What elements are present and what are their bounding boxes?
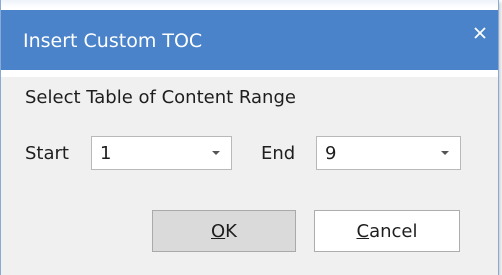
start-value: 1 <box>100 143 112 164</box>
cancel-button[interactable]: Cancel <box>314 210 460 252</box>
title-bar: Insert Custom TOC <box>1 0 498 77</box>
start-label: Start <box>25 143 69 164</box>
end-value: 9 <box>325 143 337 164</box>
start-dropdown[interactable]: 1 <box>91 136 232 170</box>
close-icon <box>473 25 487 44</box>
ok-button[interactable]: OK <box>152 210 296 252</box>
dialog-content: Select Table of Content Range Start 1 En… <box>1 77 498 275</box>
chevron-down-icon <box>438 146 452 160</box>
cancel-button-label: Cancel <box>357 221 418 242</box>
ok-mnemonic: O <box>211 220 226 242</box>
cancel-mnemonic: C <box>356 220 370 242</box>
end-dropdown[interactable]: 9 <box>316 136 461 170</box>
end-label: End <box>261 143 296 164</box>
ok-label-rest: K <box>225 220 237 242</box>
ok-button-label: OK <box>211 221 237 242</box>
close-button[interactable] <box>466 20 494 48</box>
cancel-label-rest: ancel <box>369 220 418 242</box>
range-section-label: Select Table of Content Range <box>25 87 296 108</box>
chevron-down-icon <box>209 146 223 160</box>
insert-custom-toc-dialog: Insert Custom TOC Select Table of Conten… <box>0 0 499 275</box>
dialog-title: Insert Custom TOC <box>23 30 203 52</box>
